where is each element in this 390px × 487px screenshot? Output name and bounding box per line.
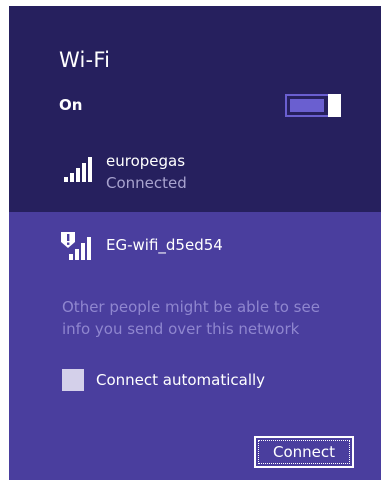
network-status: Connected: [106, 174, 187, 192]
connect-automatically-label: Connect automatically: [96, 371, 266, 389]
network-name: europegas: [106, 152, 186, 170]
flyout-title: Wi-Fi: [59, 48, 111, 72]
network-name: EG-wifi_d5ed54: [106, 236, 223, 254]
wifi-toggle[interactable]: [285, 94, 341, 117]
toggle-thumb: [328, 94, 341, 117]
wifi-flyout: Wi-Fi On europegas Connected EG-wifi_d5e…: [9, 6, 381, 480]
connect-automatically-option[interactable]: Connect automatically: [62, 368, 265, 392]
connect-button[interactable]: Connect: [254, 436, 354, 468]
connect-automatically-checkbox[interactable]: [62, 369, 84, 391]
network-item-eg-wifi[interactable]: EG-wifi_d5ed54: [9, 226, 381, 268]
network-item-europegas[interactable]: europegas Connected: [9, 146, 381, 204]
selected-network-section: EG-wifi_d5ed54 Other people might be abl…: [9, 212, 381, 480]
security-warning-text: Other people might be able to see info y…: [62, 298, 320, 338]
toggle-track-fill: [290, 99, 324, 112]
wifi-signal-icon: [64, 157, 92, 182]
connect-button-label: Connect: [258, 440, 350, 464]
wifi-unsecured-warning-icon: [61, 232, 91, 260]
wifi-state-label: On: [59, 96, 83, 114]
wifi-header-section: Wi-Fi On europegas Connected: [9, 6, 381, 212]
